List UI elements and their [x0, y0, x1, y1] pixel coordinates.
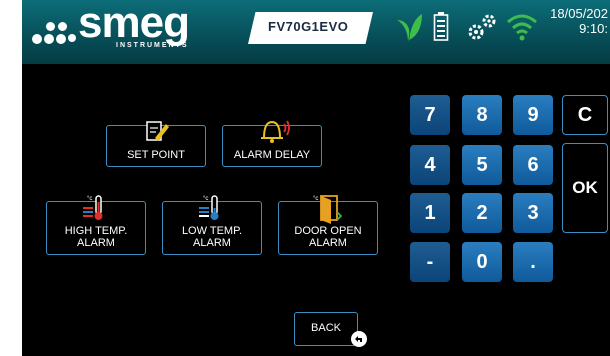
logo-dots: [32, 18, 76, 52]
key-4[interactable]: 4: [410, 145, 450, 185]
alarm-delay-button[interactable]: ALARM DELAY: [222, 120, 322, 167]
ok-key[interactable]: OK: [562, 143, 608, 233]
key-2[interactable]: 2: [462, 193, 502, 233]
key-8[interactable]: 8: [462, 95, 502, 135]
key-minus[interactable]: -: [410, 242, 450, 282]
time-text: 9:10:: [579, 21, 608, 36]
wifi-icon[interactable]: [506, 12, 538, 42]
key-5[interactable]: 5: [462, 145, 502, 185]
door-open-icon: °c: [313, 195, 343, 224]
key-0[interactable]: 0: [462, 242, 502, 282]
key-dot[interactable]: .: [513, 242, 553, 282]
alarm-bell-icon: [261, 120, 290, 143]
door-open-alarm-label: DOOR OPEN ALARM: [279, 225, 377, 249]
back-arrow-icon: [351, 331, 367, 347]
thermometer-cold-icon: °c: [199, 195, 219, 220]
high-temp-alarm-label: HIGH TEMP. ALARM: [47, 225, 145, 249]
high-temp-alarm-button[interactable]: °c HIGH TEMP. ALARM: [46, 195, 146, 255]
set-point-button[interactable]: SET POINT: [106, 121, 206, 167]
edit-note-icon: [146, 121, 169, 141]
smeg-logo: smeg INSTRUMENTS: [28, 0, 238, 56]
key-7[interactable]: 7: [410, 95, 450, 135]
low-temp-alarm-line1: LOW TEMP.: [181, 225, 243, 237]
door-open-alarm-line2: ALARM: [309, 237, 347, 249]
high-temp-alarm-line1: HIGH TEMP.: [64, 225, 128, 237]
clear-key[interactable]: C: [562, 95, 608, 135]
thermometer-hot-icon: °c: [83, 195, 103, 220]
device-screen: smeg INSTRUMENTS FV70G1EVO 18/05/202 9:1…: [22, 0, 610, 356]
low-temp-alarm-button[interactable]: °c LOW TEMP. ALARM: [162, 195, 262, 255]
alarm-delay-label: ALARM DELAY: [233, 149, 311, 161]
logo-wordmark: smeg: [78, 0, 190, 47]
battery-icon[interactable]: [433, 12, 449, 42]
door-open-alarm-line1: DOOR OPEN: [294, 225, 362, 237]
high-temp-alarm-line2: ALARM: [77, 237, 115, 249]
date-text: 18/05/202: [550, 6, 608, 21]
key-1[interactable]: 1: [410, 193, 450, 233]
logo-subtitle: INSTRUMENTS: [116, 42, 189, 49]
set-point-label: SET POINT: [127, 149, 185, 161]
back-label: BACK: [311, 322, 341, 334]
header-bar: smeg INSTRUMENTS FV70G1EVO 18/05/202 9:1…: [22, 0, 610, 64]
low-temp-alarm-label: LOW TEMP. ALARM: [163, 225, 261, 249]
model-number: FV70G1EVO: [268, 19, 349, 34]
svg-text:°c: °c: [87, 196, 92, 202]
key-9[interactable]: 9: [513, 95, 553, 135]
key-6[interactable]: 6: [513, 145, 553, 185]
leaf-icon[interactable]: [394, 10, 424, 44]
date-time: 18/05/202 9:10:: [550, 6, 608, 36]
svg-text:°c: °c: [313, 196, 318, 202]
low-temp-alarm-line2: ALARM: [193, 237, 231, 249]
svg-text:°c: °c: [203, 196, 208, 202]
back-button[interactable]: BACK: [294, 312, 358, 346]
door-open-alarm-button[interactable]: °c DOOR OPEN ALARM: [278, 195, 378, 255]
key-3[interactable]: 3: [513, 193, 553, 233]
settings-gears-icon[interactable]: [466, 12, 498, 42]
